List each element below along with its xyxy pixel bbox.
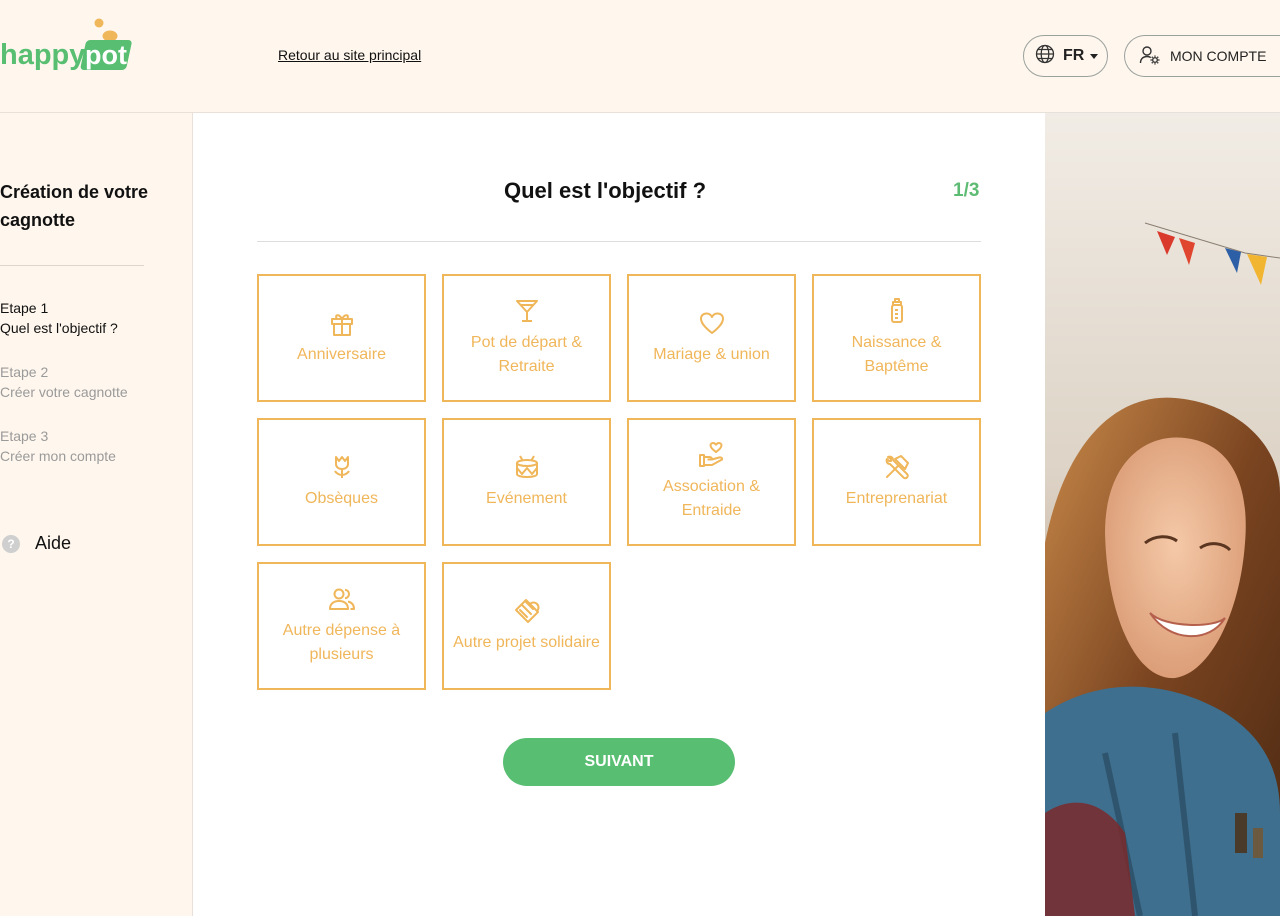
- category-label: Autre projet solidaire: [453, 634, 600, 651]
- users-icon: [328, 588, 355, 610]
- svg-text:happy: happy: [0, 39, 85, 71]
- category-tile-obseques[interactable]: Obsèques: [257, 418, 426, 546]
- baby-bottle-icon: [890, 298, 903, 323]
- step-counter: 1/3: [953, 180, 980, 201]
- question-mark-icon: ?: [2, 534, 20, 553]
- user-settings-icon: [1139, 44, 1161, 69]
- category-tile-mariage[interactable]: Mariage & union: [627, 274, 796, 402]
- next-button[interactable]: SUIVANT: [503, 738, 735, 786]
- category-label: Anniversaire: [297, 346, 386, 363]
- category-tile-association[interactable]: Association & Entraide: [627, 418, 796, 546]
- sidebar-divider: [0, 265, 144, 266]
- title-divider: [257, 241, 981, 242]
- svg-text:pot: pot: [85, 40, 127, 70]
- account-label: MON COMPTE: [1170, 48, 1267, 64]
- category-label: Naissance & Baptême: [851, 334, 942, 375]
- step-2: Etape 2 Créer votre cagnotte: [0, 362, 190, 402]
- category-tile-naissance[interactable]: Naissance & Baptême: [812, 274, 981, 402]
- category-tile-entreprenariat[interactable]: Entreprenariat: [812, 418, 981, 546]
- step-2-number: Etape 2: [0, 364, 49, 380]
- category-label: Autre dépense à plusieurs: [282, 622, 401, 663]
- step-1-label: Quel est l'objectif ?: [0, 320, 118, 336]
- gift-icon: [330, 314, 353, 336]
- category-tile-autre-projet[interactable]: Autre projet solidaire: [442, 562, 611, 690]
- language-code: FR: [1063, 47, 1085, 64]
- step-3: Etape 3 Créer mon compte: [0, 426, 190, 466]
- step-1: Etape 1 Quel est l'objectif ?: [0, 298, 190, 338]
- category-label: Association & Entraide: [663, 478, 760, 519]
- step-2-label: Créer votre cagnotte: [0, 384, 128, 400]
- category-label: Entreprenariat: [845, 490, 948, 507]
- hand-heart-icon: [698, 442, 723, 467]
- category-label: Pot de départ & Retraite: [470, 334, 583, 375]
- step-1-number: Etape 1: [0, 300, 49, 316]
- globe-icon: [1035, 44, 1055, 69]
- help-link[interactable]: ? Aide: [2, 533, 71, 554]
- heart-icon: [699, 312, 724, 334]
- category-tile-autre-depense[interactable]: Autre dépense à plusieurs: [257, 562, 426, 690]
- main-content: Quel est l'objectif ? 1/3 Anniversaire P…: [193, 113, 1045, 916]
- category-label: Evénement: [486, 490, 567, 507]
- tools-icon: [885, 455, 909, 480]
- happypot-logo[interactable]: happy pot: [0, 18, 140, 74]
- top-header: happy pot Retour au site principal FR MO…: [0, 0, 1280, 113]
- category-tile-pot-de-depart[interactable]: Pot de départ & Retraite: [442, 274, 611, 402]
- chevron-down-icon: [1090, 53, 1099, 59]
- category-tile-anniversaire[interactable]: Anniversaire: [257, 274, 426, 402]
- category-label: Obsèques: [305, 490, 378, 507]
- hero-photo: [1045, 113, 1280, 916]
- category-label: Mariage & union: [653, 346, 770, 363]
- steps-sidebar: Création de votre cagnotte Etape 1 Quel …: [0, 113, 193, 916]
- cocktail-icon: [515, 300, 538, 322]
- language-selector[interactable]: FR: [1023, 35, 1108, 77]
- help-label: Aide: [35, 533, 72, 553]
- sidebar-title: Création de votre cagnotte: [0, 182, 149, 230]
- tulip-icon: [333, 456, 350, 478]
- handshake-icon: [514, 599, 539, 623]
- back-to-main-site-link[interactable]: Retour au site principal: [278, 47, 421, 63]
- my-account-button[interactable]: MON COMPTE: [1124, 35, 1280, 77]
- step-3-number: Etape 3: [0, 428, 49, 444]
- drum-icon: [515, 455, 538, 478]
- category-tile-evenement[interactable]: Evénement: [442, 418, 611, 546]
- page-title: Quel est l'objectif ?: [503, 178, 707, 203]
- step-3-label: Créer mon compte: [0, 448, 116, 464]
